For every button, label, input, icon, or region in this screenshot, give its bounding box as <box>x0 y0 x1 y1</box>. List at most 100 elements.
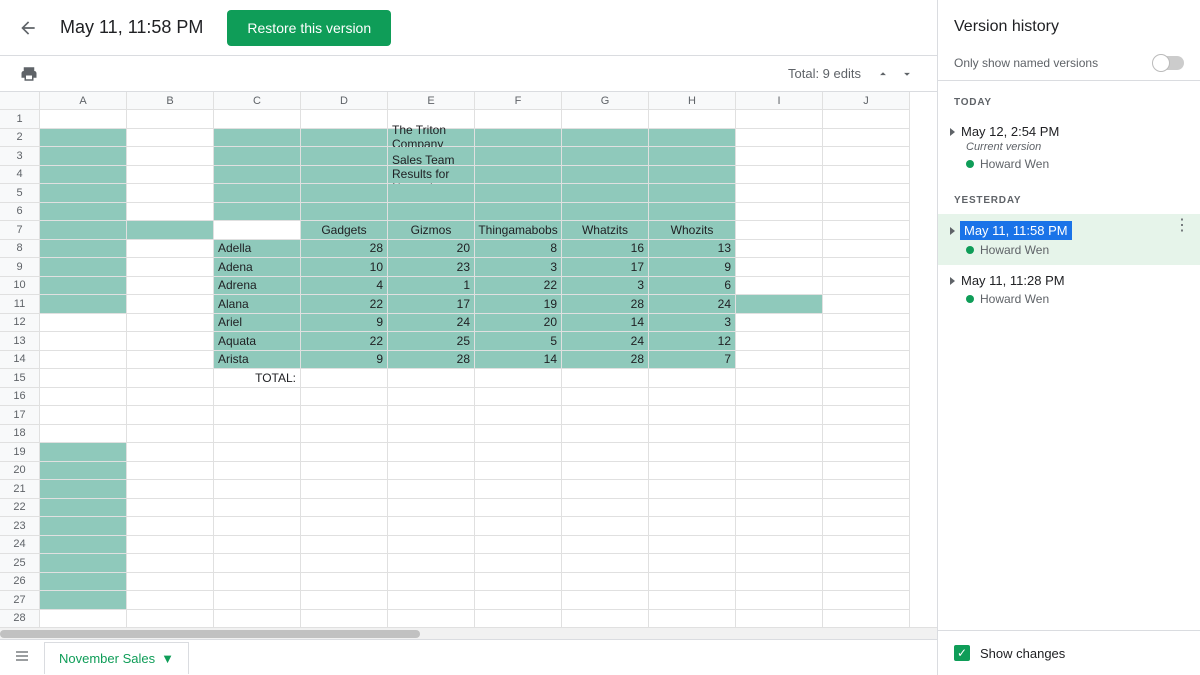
cell[interactable] <box>388 406 475 425</box>
cell[interactable] <box>40 443 127 462</box>
cell[interactable]: 14 <box>562 314 649 333</box>
cell[interactable] <box>40 388 127 407</box>
cell[interactable] <box>40 499 127 518</box>
cell[interactable]: 3 <box>562 277 649 296</box>
cell[interactable] <box>649 425 736 444</box>
horizontal-scrollbar[interactable] <box>0 627 937 639</box>
cell[interactable] <box>40 332 127 351</box>
cell[interactable] <box>301 425 388 444</box>
cell[interactable] <box>649 129 736 148</box>
cell[interactable] <box>127 406 214 425</box>
row-header[interactable]: 26 <box>0 573 40 592</box>
cell[interactable] <box>127 314 214 333</box>
row-header[interactable]: 7 <box>0 221 40 240</box>
cell[interactable] <box>40 147 127 166</box>
cell[interactable] <box>127 536 214 555</box>
cell[interactable] <box>562 147 649 166</box>
cell[interactable] <box>127 499 214 518</box>
version-item[interactable]: May 11, 11:58 PMHoward Wen⋮ <box>938 214 1200 265</box>
col-header[interactable]: G <box>562 92 649 110</box>
cell[interactable]: 9 <box>301 314 388 333</box>
cell[interactable] <box>736 110 823 129</box>
cell[interactable] <box>823 129 910 148</box>
print-icon[interactable] <box>20 65 38 83</box>
cell[interactable] <box>301 166 388 185</box>
cell[interactable] <box>562 443 649 462</box>
cell[interactable] <box>562 554 649 573</box>
cell[interactable] <box>40 554 127 573</box>
version-title[interactable]: May 11, 11:58 PM <box>961 222 1071 239</box>
cell[interactable] <box>214 536 301 555</box>
cell[interactable] <box>214 147 301 166</box>
cell[interactable]: 4 <box>301 277 388 296</box>
cell[interactable] <box>823 314 910 333</box>
row-header[interactable]: 21 <box>0 480 40 499</box>
cell[interactable] <box>475 129 562 148</box>
cell[interactable] <box>475 425 562 444</box>
more-options-icon[interactable]: ⋮ <box>1174 224 1190 228</box>
cell[interactable] <box>823 110 910 129</box>
cell[interactable]: 9 <box>649 258 736 277</box>
cell[interactable]: 25 <box>388 332 475 351</box>
cell[interactable] <box>649 573 736 592</box>
cell[interactable] <box>388 388 475 407</box>
cell[interactable] <box>475 166 562 185</box>
row-header[interactable]: 14 <box>0 351 40 370</box>
cell[interactable] <box>823 184 910 203</box>
cell[interactable] <box>649 369 736 388</box>
cell[interactable] <box>475 443 562 462</box>
cell[interactable] <box>214 425 301 444</box>
cell[interactable] <box>214 517 301 536</box>
row-header[interactable]: 2 <box>0 129 40 148</box>
cell[interactable] <box>649 517 736 536</box>
cell[interactable] <box>127 591 214 610</box>
next-edit-button[interactable] <box>897 64 917 84</box>
version-title[interactable]: May 11, 11:28 PM <box>961 273 1065 288</box>
cell[interactable] <box>736 203 823 222</box>
all-sheets-icon[interactable] <box>10 648 34 667</box>
cell[interactable] <box>823 480 910 499</box>
cell[interactable] <box>475 591 562 610</box>
cell[interactable] <box>214 166 301 185</box>
cell[interactable] <box>40 110 127 129</box>
cell[interactable] <box>388 184 475 203</box>
cell[interactable]: Arista <box>214 351 301 370</box>
cell[interactable] <box>475 462 562 481</box>
expand-icon[interactable] <box>950 128 955 136</box>
cell[interactable] <box>475 406 562 425</box>
cell[interactable] <box>127 147 214 166</box>
cell[interactable] <box>214 443 301 462</box>
cell[interactable] <box>388 462 475 481</box>
cell[interactable]: Whozits <box>649 221 736 240</box>
cell[interactable] <box>823 221 910 240</box>
cell[interactable] <box>562 591 649 610</box>
cell[interactable]: 28 <box>562 351 649 370</box>
cell[interactable] <box>475 499 562 518</box>
cell[interactable] <box>736 406 823 425</box>
cell[interactable] <box>40 277 127 296</box>
cell[interactable] <box>40 517 127 536</box>
cell[interactable] <box>562 129 649 148</box>
cell[interactable] <box>301 184 388 203</box>
cell[interactable] <box>388 517 475 536</box>
cell[interactable] <box>823 517 910 536</box>
cell[interactable] <box>388 554 475 573</box>
cell[interactable] <box>127 203 214 222</box>
cell[interactable] <box>127 332 214 351</box>
cell[interactable] <box>736 240 823 259</box>
cell[interactable] <box>736 129 823 148</box>
cell[interactable] <box>562 203 649 222</box>
cell[interactable] <box>127 517 214 536</box>
sheet-tab[interactable]: November Sales ▼ <box>44 642 189 674</box>
cell[interactable] <box>214 203 301 222</box>
cell[interactable] <box>823 203 910 222</box>
cell[interactable] <box>301 203 388 222</box>
row-header[interactable]: 25 <box>0 554 40 573</box>
cell[interactable]: Sales Team Results for November <box>388 166 475 185</box>
cell[interactable]: 20 <box>475 314 562 333</box>
row-header[interactable]: 4 <box>0 166 40 185</box>
cell[interactable] <box>40 406 127 425</box>
cell[interactable] <box>301 499 388 518</box>
cell[interactable] <box>823 536 910 555</box>
cell[interactable]: 20 <box>388 240 475 259</box>
